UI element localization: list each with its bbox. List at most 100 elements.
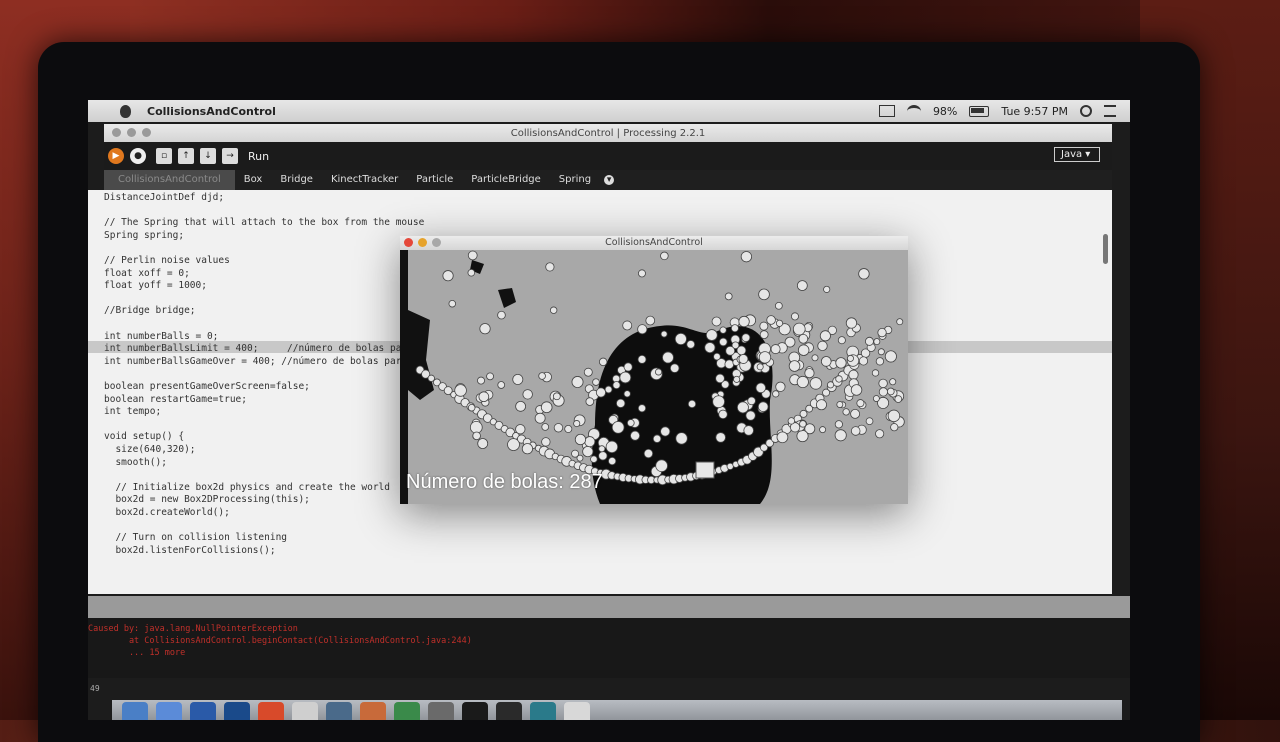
- ball: [479, 323, 491, 335]
- code-line[interactable]: Spring spring;: [104, 230, 184, 242]
- ball: [837, 336, 846, 345]
- dock-app-icon[interactable]: [190, 702, 216, 720]
- code-line[interactable]: // Perlin noise values: [104, 255, 230, 267]
- tab-bridge[interactable]: Bridge: [271, 170, 322, 190]
- dock-app-icon[interactable]: [428, 702, 454, 720]
- dock-app-icon[interactable]: [360, 702, 386, 720]
- ball: [815, 399, 827, 411]
- dock-app-icon[interactable]: [530, 702, 556, 720]
- tab-spring[interactable]: Spring: [550, 170, 600, 190]
- ball: [538, 372, 546, 380]
- ball: [521, 443, 533, 455]
- save-sketch-button[interactable]: ↓: [200, 148, 216, 164]
- ball: [775, 319, 784, 327]
- wifi-icon[interactable]: [906, 104, 921, 118]
- ball: [724, 359, 735, 370]
- code-line[interactable]: // Turn on collision listening: [104, 532, 287, 544]
- sketch-zoom-button[interactable]: [432, 238, 441, 247]
- code-line[interactable]: boolean presentGameOverScreen=false;: [104, 381, 310, 393]
- spotlight-search-icon[interactable]: [1080, 105, 1092, 117]
- airplay-icon[interactable]: [878, 105, 895, 117]
- tab-menu-icon[interactable]: ▾: [604, 175, 615, 185]
- ball: [834, 429, 847, 442]
- tab-collisions-and-control[interactable]: CollisionsAndControl: [104, 170, 235, 190]
- ball: [705, 329, 718, 341]
- dock-terminal-icon[interactable]: [462, 702, 488, 720]
- code-line[interactable]: int numberBallsGameOver = 400; //número …: [104, 356, 407, 368]
- window-title: CollisionsAndControl | Processing 2.2.1: [510, 127, 706, 139]
- sketch-canvas[interactable]: Número de bolas: 287: [400, 250, 908, 504]
- mac-dock: [112, 700, 1122, 720]
- sketch-close-button[interactable]: [404, 238, 413, 247]
- run-button[interactable]: ▶: [108, 148, 124, 164]
- ball: [846, 354, 854, 362]
- ball: [796, 280, 808, 291]
- ball: [755, 382, 767, 394]
- menu-app-name[interactable]: CollisionsAndControl: [147, 105, 276, 118]
- code-line[interactable]: box2d = new Box2DProcessing(this);: [104, 494, 309, 506]
- code-line[interactable]: int tempo;: [104, 406, 161, 418]
- battery-icon[interactable]: [969, 105, 990, 117]
- mode-select-label: Java: [1061, 149, 1083, 160]
- ball: [878, 378, 888, 389]
- code-line[interactable]: box2d.createWorld();: [104, 507, 229, 519]
- code-line[interactable]: void setup() {: [104, 431, 184, 443]
- dock-app-icon[interactable]: [496, 702, 522, 720]
- ball: [626, 419, 635, 427]
- dock-app-icon[interactable]: [292, 702, 318, 720]
- dock-finder-icon[interactable]: [122, 702, 148, 720]
- menu-clock[interactable]: Tue 9:57 PM: [1001, 105, 1068, 118]
- ball: [873, 338, 881, 346]
- code-line[interactable]: box2d.listenForCollisions();: [104, 545, 275, 557]
- editor-scrollbar[interactable]: [1103, 234, 1108, 264]
- ball: [774, 301, 783, 310]
- ball: [467, 403, 476, 412]
- zoom-window-button[interactable]: [142, 128, 151, 137]
- code-line[interactable]: int numberBallsLimit = 400; //número de …: [104, 343, 413, 355]
- ball: [553, 423, 564, 433]
- mode-select[interactable]: Java ▾: [1054, 147, 1100, 162]
- tab-kinect-tracker[interactable]: KinectTracker: [322, 170, 407, 190]
- code-line[interactable]: boolean restartGame=true;: [104, 394, 247, 406]
- code-line[interactable]: smooth();: [104, 457, 166, 469]
- minimize-window-button[interactable]: [127, 128, 136, 137]
- dock-app-icon[interactable]: [394, 702, 420, 720]
- new-sketch-button[interactable]: ▫: [156, 148, 172, 164]
- export-sketch-button[interactable]: →: [222, 148, 238, 164]
- code-line[interactable]: int numberBalls = 0;: [104, 331, 218, 343]
- code-line[interactable]: // The Spring that will attach to the bo…: [104, 217, 424, 229]
- console-error-line: at CollisionsAndControl.beginContact(Col…: [88, 636, 472, 646]
- tab-box[interactable]: Box: [235, 170, 272, 190]
- tab-particle-bridge[interactable]: ParticleBridge: [462, 170, 550, 190]
- code-line[interactable]: DistanceJointDef djd;: [104, 192, 224, 204]
- open-sketch-button[interactable]: ↑: [178, 148, 194, 164]
- ball: [725, 345, 736, 356]
- ball: [799, 409, 808, 418]
- sketch-window[interactable]: CollisionsAndControl Número de bolas: 28…: [400, 236, 908, 504]
- dock-app-icon[interactable]: [326, 702, 352, 720]
- ball: [713, 352, 721, 361]
- code-line[interactable]: float yoff = 1000;: [104, 280, 207, 292]
- ball: [819, 330, 831, 342]
- ball: [622, 320, 633, 331]
- code-line[interactable]: //Bridge bridge;: [104, 305, 196, 317]
- dock-app-icon[interactable]: [224, 702, 250, 720]
- sketch-minimize-button[interactable]: [418, 238, 427, 247]
- close-window-button[interactable]: [112, 128, 121, 137]
- code-line[interactable]: size(640,320);: [104, 444, 195, 456]
- notification-center-icon[interactable]: [1104, 105, 1116, 117]
- code-line[interactable]: // Initialize box2d physics and create t…: [104, 482, 390, 494]
- apple-menu-icon[interactable]: [120, 104, 131, 118]
- ball: [890, 423, 899, 432]
- code-line[interactable]: float xoff = 0;: [104, 268, 190, 280]
- dock-app-icon[interactable]: [156, 702, 182, 720]
- ball: [612, 381, 621, 390]
- stop-button[interactable]: ●: [130, 148, 146, 164]
- tab-particle[interactable]: Particle: [407, 170, 462, 190]
- ball: [798, 333, 809, 344]
- dock-browser-icon[interactable]: [258, 702, 284, 720]
- ball: [637, 269, 646, 278]
- ball: [743, 425, 754, 436]
- dock-trash-icon[interactable]: [564, 702, 590, 720]
- ball: [850, 384, 863, 396]
